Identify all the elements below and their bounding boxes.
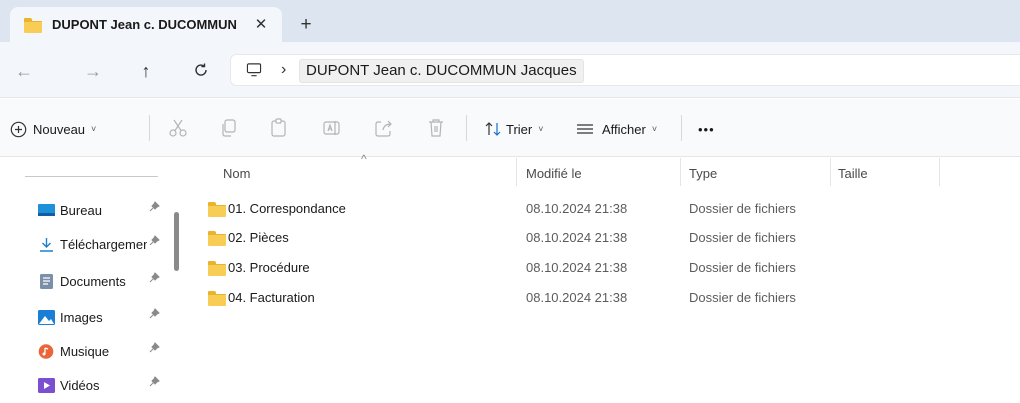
sidebar-item-documents[interactable]: Documents (38, 269, 168, 293)
column-divider[interactable] (830, 158, 831, 186)
navigation-pane: Bureau Téléchargements Documents Images (0, 158, 182, 403)
share-icon[interactable] (373, 117, 395, 139)
sidebar-item-videos[interactable]: Vidéos (38, 373, 168, 397)
back-button[interactable]: ← (12, 60, 36, 82)
desktop-icon (38, 203, 55, 218)
item-name: 03. Procédure (228, 260, 310, 275)
new-tab-button[interactable]: + (294, 14, 318, 38)
documents-icon (38, 273, 55, 289)
sidebar-item-bureau[interactable]: Bureau (38, 198, 168, 222)
delete-icon[interactable] (425, 117, 447, 139)
cut-icon[interactable] (167, 117, 189, 139)
pin-icon (149, 342, 160, 356)
chevron-down-icon: ˅ (651, 124, 658, 134)
pin-icon (149, 201, 160, 215)
forward-button[interactable]: → (81, 60, 105, 82)
folder-icon (208, 231, 226, 246)
chevron-down-icon: ˅ (91, 124, 97, 134)
item-type: Dossier de fichiers (689, 230, 796, 245)
videos-icon (38, 377, 55, 393)
item-modified: 08.10.2024 21:38 (526, 260, 628, 275)
list-item[interactable]: 04. Facturation 08.10.2024 21:38 Dossier… (190, 286, 1020, 310)
pin-icon (149, 376, 160, 390)
images-icon (38, 309, 55, 325)
more-options-button[interactable]: ••• (698, 119, 715, 139)
close-icon[interactable]: ✕ (250, 14, 272, 36)
address-bar[interactable]: › DUPONT Jean c. DUCOMMUN Jacques (230, 54, 1020, 86)
sidebar-item-label: Documents (60, 273, 126, 289)
sidebar-item-label: Bureau (60, 202, 102, 218)
item-type: Dossier de fichiers (689, 201, 796, 216)
sidebar-item-label: Vidéos (60, 377, 100, 393)
paste-icon[interactable] (268, 117, 290, 139)
folder-icon (24, 17, 42, 33)
column-divider[interactable] (680, 158, 681, 186)
refresh-icon (195, 63, 207, 76)
folder-icon (208, 291, 226, 306)
sort-indicator-icon: ^ (361, 152, 367, 166)
toolbar-divider (466, 115, 467, 141)
column-header-row: ^ Nom Modifié le Type Taille (190, 152, 1020, 188)
column-header-type[interactable]: Type (689, 166, 717, 181)
column-divider[interactable] (939, 158, 940, 186)
command-bar: Nouveau ˅ Trier ˅ Afficher ˅ ••• (0, 99, 1020, 157)
list-item[interactable]: 03. Procédure 08.10.2024 21:38 Dossier d… (190, 256, 1020, 280)
folder-icon (208, 202, 226, 217)
this-pc-icon (246, 63, 262, 77)
pin-icon (149, 308, 160, 322)
sort-button[interactable]: Trier ˅ (484, 119, 544, 139)
rename-icon[interactable] (321, 117, 343, 139)
pin-icon (149, 272, 160, 286)
up-button[interactable]: ↑ (134, 60, 158, 82)
new-button-label: Nouveau (33, 121, 86, 137)
sidebar-item-telechargements[interactable]: Téléchargements (38, 232, 168, 256)
more-icon: ••• (698, 121, 715, 137)
sidebar-item-label: Musique (60, 343, 110, 359)
sidebar-item-musique[interactable]: Musique (38, 339, 168, 363)
sidebar-divider (25, 176, 158, 177)
plus-circle-icon (10, 121, 27, 137)
item-name: 02. Pièces (228, 230, 289, 245)
navigation-bar: ← → ↑ › DUPONT Jean c. DUCOMMUN Jacques (0, 42, 1020, 98)
music-icon (38, 343, 55, 359)
new-button[interactable]: Nouveau ˅ (10, 119, 96, 139)
view-button-label: Afficher (602, 121, 646, 137)
column-divider[interactable] (516, 158, 517, 186)
chevron-down-icon: ˅ (538, 124, 544, 134)
refresh-button[interactable] (189, 59, 213, 81)
item-modified: 08.10.2024 21:38 (526, 230, 628, 245)
folder-icon (208, 261, 226, 276)
sidebar-scrollbar[interactable] (171, 158, 181, 403)
breadcrumb-current-folder[interactable]: DUPONT Jean c. DUCOMMUN Jacques (299, 59, 584, 83)
item-modified: 08.10.2024 21:38 (526, 290, 628, 305)
pin-icon (149, 235, 160, 249)
download-icon (38, 237, 55, 252)
sidebar-item-label: Téléchargements (60, 236, 147, 252)
sort-icon (485, 122, 501, 136)
toolbar-divider (681, 115, 682, 141)
column-header-size[interactable]: Taille (838, 166, 868, 181)
item-name: 04. Facturation (228, 290, 315, 305)
tab-strip: DUPONT Jean c. DUCOMMUN ✕ + (0, 0, 1020, 42)
tab-title: DUPONT Jean c. DUCOMMUN (52, 17, 237, 32)
column-header-name[interactable]: Nom (223, 166, 250, 181)
view-list-icon (577, 124, 593, 134)
item-type: Dossier de fichiers (689, 260, 796, 275)
scrollbar-thumb[interactable] (174, 212, 179, 271)
toolbar-divider (149, 115, 150, 141)
item-modified: 08.10.2024 21:38 (526, 201, 628, 216)
list-item[interactable]: 02. Pièces 08.10.2024 21:38 Dossier de f… (190, 226, 1020, 250)
item-type: Dossier de fichiers (689, 290, 796, 305)
tab-current-folder[interactable]: DUPONT Jean c. DUCOMMUN ✕ (10, 7, 282, 42)
breadcrumb-separator: › (281, 61, 287, 78)
sidebar-item-label: Images (60, 309, 103, 325)
sort-button-label: Trier (506, 121, 533, 137)
sidebar-item-images[interactable]: Images (38, 305, 168, 329)
copy-icon[interactable] (218, 117, 240, 139)
item-name: 01. Correspondance (228, 201, 346, 216)
column-header-modified[interactable]: Modifié le (526, 166, 582, 181)
view-button[interactable]: Afficher ˅ (576, 119, 657, 139)
list-item[interactable]: 01. Correspondance 08.10.2024 21:38 Doss… (190, 197, 1020, 221)
